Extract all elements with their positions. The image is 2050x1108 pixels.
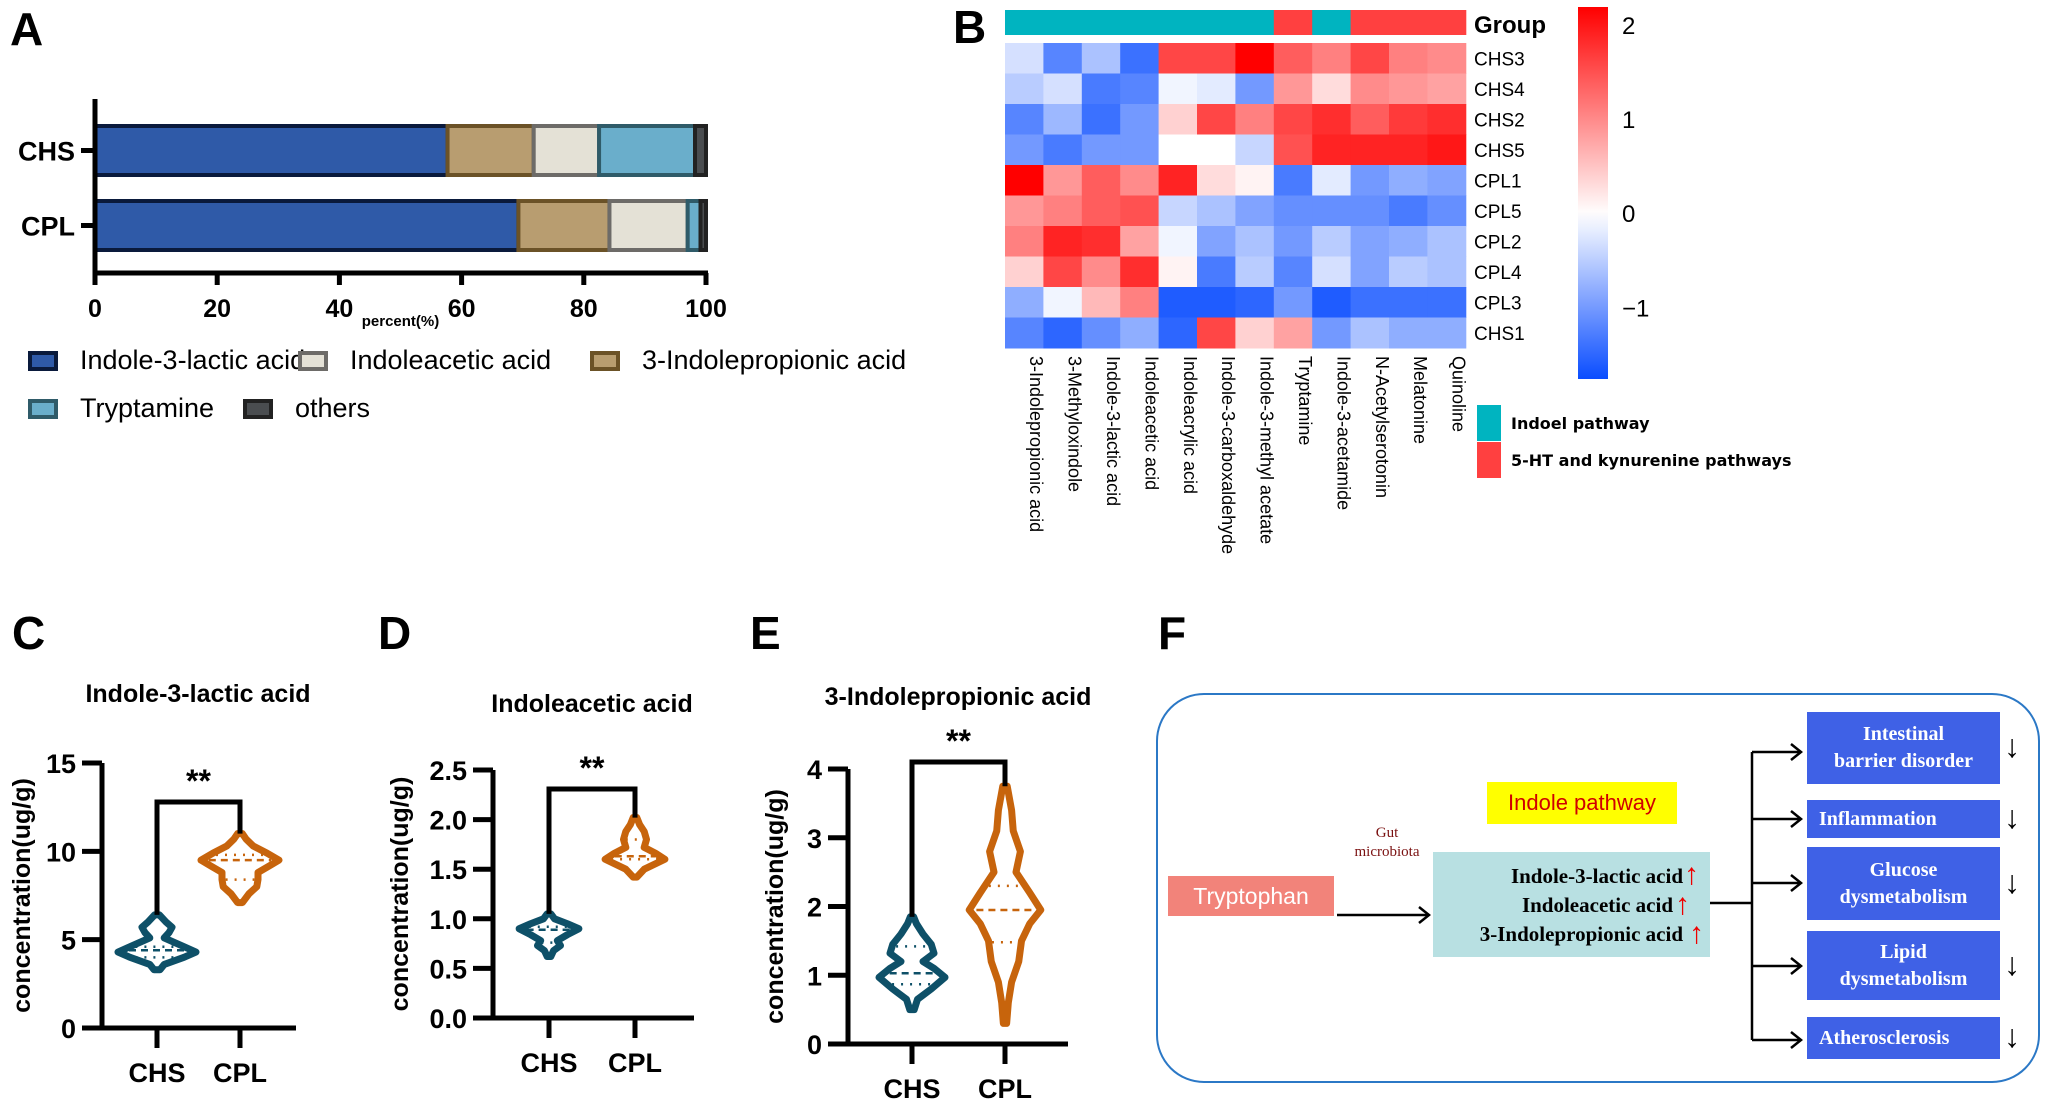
- flow-connectors: [1337, 743, 1804, 1049]
